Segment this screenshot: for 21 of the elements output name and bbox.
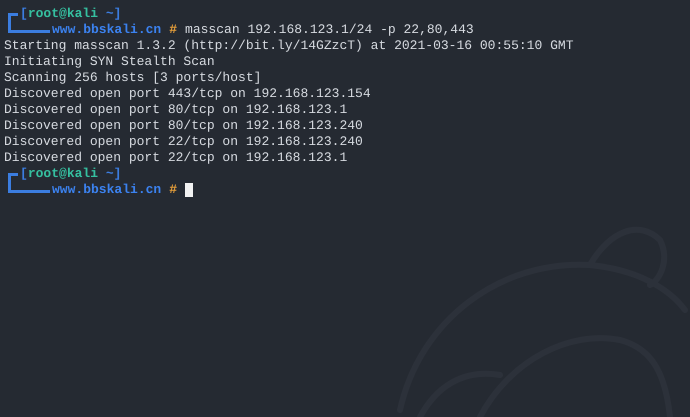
prompt-host: www.bbskali.cn [52, 22, 162, 38]
prompt-directory: ~ [104, 6, 114, 22]
prompt-open-bracket: [ [20, 6, 28, 22]
output-line: Discovered open port 80/tcp on 192.168.123.240 [4, 118, 364, 134]
prompt-directory: ~ [104, 166, 114, 182]
prompt-user: root@kali [28, 166, 98, 182]
output-line: Discovered open port 80/tcp on 192.168.123.1 [4, 102, 348, 118]
output-line: Initiating SYN Stealth Scan [4, 54, 216, 70]
prompt-symbol: # [169, 22, 178, 38]
command-text: masscan 192.168.123.1/24 -p 22,80,443 [185, 22, 474, 38]
prompt-symbol: # [169, 182, 178, 198]
output-line: Starting masscan 1.3.2 (http://bit.ly/14GZzcT) at 2021-03-16 00:55:10 GMT [4, 38, 574, 54]
output-line: Scanning 256 hosts [3 ports/host] [4, 70, 262, 86]
output-line: Discovered open port 22/tcp on 192.168.123.1 [4, 150, 348, 166]
prompt-close-bracket: ] [114, 166, 122, 182]
prompt-close-bracket: ] [114, 6, 122, 22]
prompt-host: www.bbskali.cn [52, 182, 162, 198]
output-line: Discovered open port 22/tcp on 192.168.123.240 [4, 134, 364, 150]
prompt-open-bracket: [ [20, 166, 28, 182]
output-line: Discovered open port 443/tcp on 192.168.123.154 [4, 86, 372, 102]
prompt-user: root@kali [28, 6, 98, 22]
